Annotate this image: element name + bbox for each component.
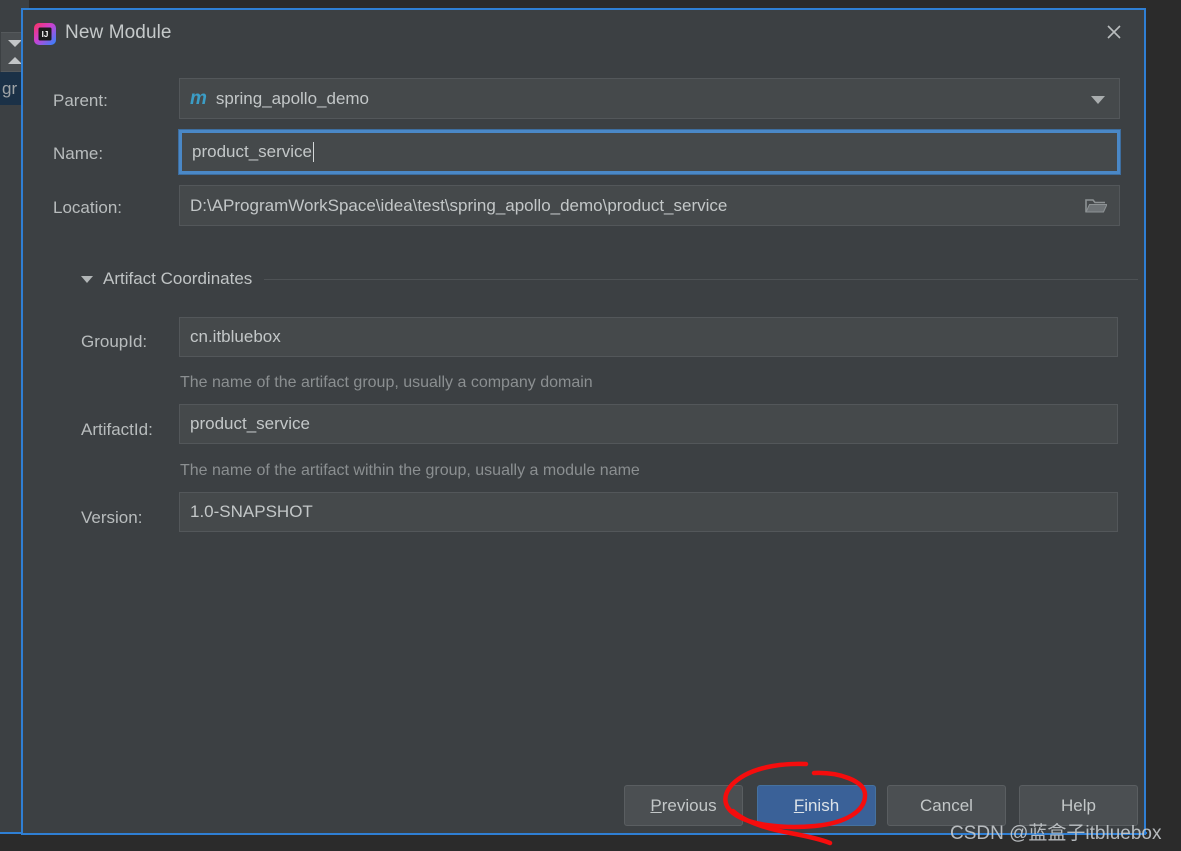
version-input[interactable]: 1.0-SNAPSHOT <box>179 492 1118 532</box>
groupid-label: GroupId: <box>81 332 148 351</box>
name-value: product_service <box>192 142 313 161</box>
previous-button[interactable]: Previous <box>624 785 743 826</box>
artifactid-input[interactable]: product_service <box>179 404 1118 444</box>
section-divider <box>264 278 1138 280</box>
triangle-down-icon[interactable] <box>81 275 93 283</box>
triangle-down-icon[interactable] <box>7 40 22 47</box>
artifactid-label: ArtifactId: <box>81 420 153 439</box>
groupid-hint: The name of the artifact group, usually … <box>180 374 593 391</box>
svg-text:IJ: IJ <box>42 30 49 39</box>
artifactid-hint: The name of the artifact within the grou… <box>180 462 640 479</box>
location-input[interactable]: D:\AProgramWorkSpace\idea\test\spring_ap… <box>179 185 1120 226</box>
parent-value: spring_apollo_demo <box>215 88 370 108</box>
finish-button[interactable]: Finish <box>757 785 876 826</box>
watermark: CSDN @蓝盒子itbluebox <box>950 823 1162 844</box>
dialog-titlebar: IJ New Module <box>23 10 1144 58</box>
location-value: D:\AProgramWorkSpace\idea\test\spring_ap… <box>190 195 728 215</box>
previous-label-mnemonic: P <box>650 795 662 815</box>
screen: gr IJ New Module Parent: m spring_apollo… <box>0 0 1181 851</box>
close-button[interactable] <box>1084 10 1144 54</box>
version-value: 1.0-SNAPSHOT <box>190 502 313 521</box>
parent-select[interactable]: m spring_apollo_demo <box>179 78 1120 119</box>
chevron-down-icon[interactable] <box>1091 95 1105 104</box>
close-icon <box>1107 25 1121 39</box>
section-title: Artifact Coordinates <box>103 269 253 288</box>
intellij-idea-logo: IJ <box>34 23 56 45</box>
previous-label-rest: revious <box>661 795 717 815</box>
dialog-title: New Module <box>65 22 172 43</box>
parent-label: Parent: <box>53 91 108 110</box>
triangle-up-icon[interactable] <box>7 57 22 64</box>
name-input[interactable]: product_service <box>178 129 1121 175</box>
artifactid-value: product_service <box>190 414 311 433</box>
maven-module-icon: m <box>190 87 207 109</box>
finish-label-rest: inish <box>804 795 840 815</box>
artifact-coordinates-section-header[interactable]: Artifact Coordinates <box>81 269 1138 289</box>
version-label: Version: <box>81 508 143 527</box>
folder-icon[interactable] <box>1085 197 1107 215</box>
groupid-value: cn.itbluebox <box>190 327 281 346</box>
name-label: Name: <box>53 144 104 163</box>
finish-label-mnemonic: F <box>793 795 805 815</box>
groupid-input[interactable]: cn.itbluebox <box>179 317 1118 357</box>
ide-right-background <box>1147 0 1181 851</box>
location-label: Location: <box>53 198 122 217</box>
text-caret <box>313 142 315 162</box>
new-module-dialog: IJ New Module Parent: m spring_apollo_de… <box>21 8 1146 835</box>
